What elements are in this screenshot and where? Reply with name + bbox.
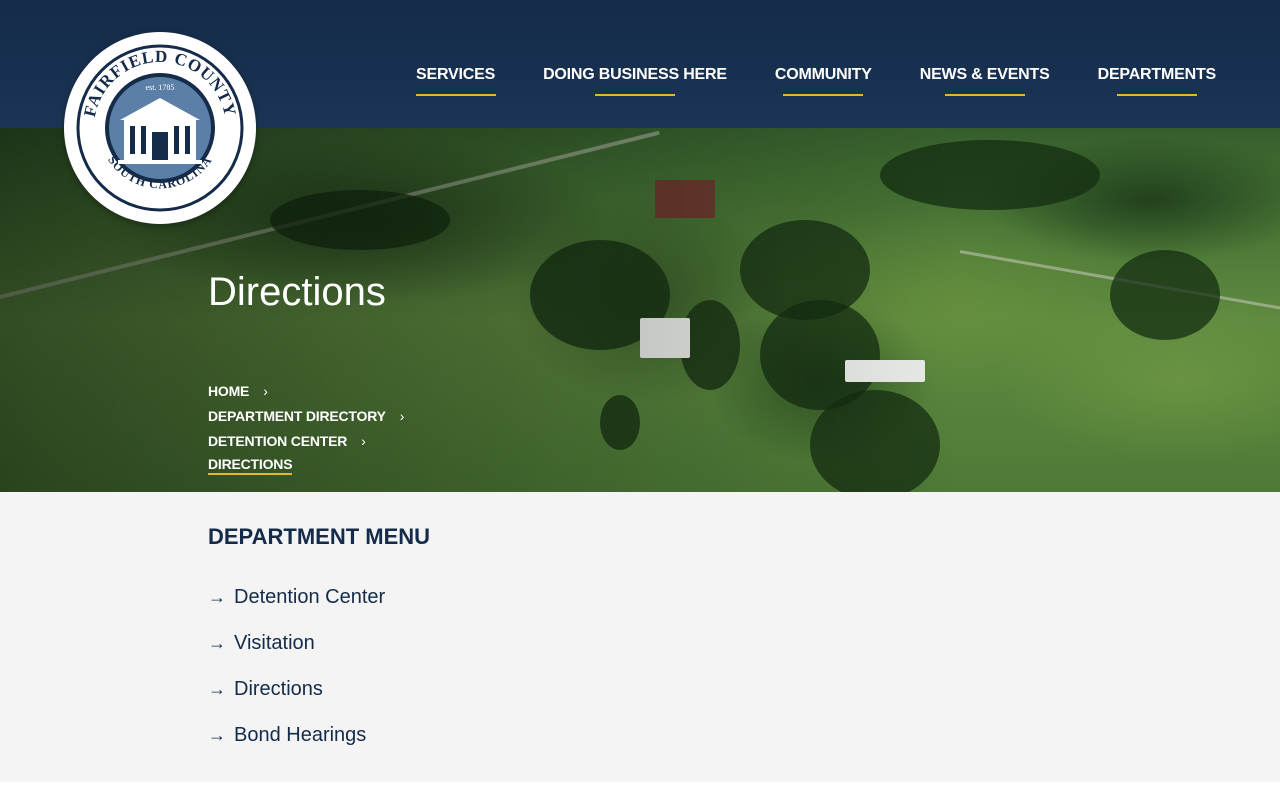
menu-item-label: Directions [234,677,323,700]
breadcrumb-item: DIRECTIONS [208,453,404,478]
county-logo[interactable]: FAIRFIELD COUNTY SOUTH CAROLINA est. 178… [64,32,256,224]
menu-item-visitation[interactable]: → Visitation [208,620,385,666]
nav-services[interactable]: SERVICES [416,66,495,84]
arrow-right-icon: → [208,586,226,607]
hero-banner: FAIRFIELD COUNTY SOUTH CAROLINA est. 178… [0,0,1280,492]
department-menu-list: → Detention Center → Visitation → Direct… [208,574,385,758]
breadcrumb-item: DETENTION CENTER › [208,428,404,453]
menu-item-label: Visitation [234,631,315,654]
nav-departments[interactable]: DEPARTMENTS [1098,66,1217,84]
nav-news-events[interactable]: NEWS & EVENTS [920,66,1050,84]
department-menu-section [0,492,1280,782]
arrow-right-icon: → [208,678,226,699]
arrow-right-icon: → [208,632,226,653]
breadcrumb-item: DEPARTMENT DIRECTORY › [208,403,404,428]
county-seal-icon: FAIRFIELD COUNTY SOUTH CAROLINA est. 178… [76,44,244,212]
chevron-right-icon: › [263,382,268,399]
chevron-right-icon: › [399,407,405,424]
breadcrumb: HOME › DEPARTMENT DIRECTORY › DETENTION … [208,378,404,478]
menu-item-label: Detention Center [234,585,386,608]
breadcrumb-link-home[interactable]: HOME [208,383,249,399]
page-title: Directions [208,270,386,314]
department-menu-title: DEPARTMENT MENU [208,524,431,549]
menu-item-detention-center[interactable]: → Detention Center [208,574,385,620]
breadcrumb-item: HOME › [208,378,404,403]
nav-community[interactable]: COMMUNITY [775,66,872,84]
main-nav: SERVICES DOING BUSINESS HERE COMMUNITY N… [416,66,1216,84]
arrow-right-icon: → [208,724,226,745]
chevron-right-icon: › [361,432,366,449]
breadcrumb-link-detention-center[interactable]: DETENTION CENTER [208,433,347,449]
breadcrumb-link-department-directory[interactable]: DEPARTMENT DIRECTORY [208,408,386,424]
menu-item-label: Bond Hearings [234,723,367,746]
breadcrumb-current-directions: DIRECTIONS [208,456,293,475]
menu-item-directions[interactable]: → Directions [208,666,385,712]
page-bottom-strip [0,782,1280,800]
logo-est-text: est. 1785 [146,83,175,92]
nav-doing-business-here[interactable]: DOING BUSINESS HERE [543,66,727,84]
menu-item-bond-hearings[interactable]: → Bond Hearings [208,712,385,758]
